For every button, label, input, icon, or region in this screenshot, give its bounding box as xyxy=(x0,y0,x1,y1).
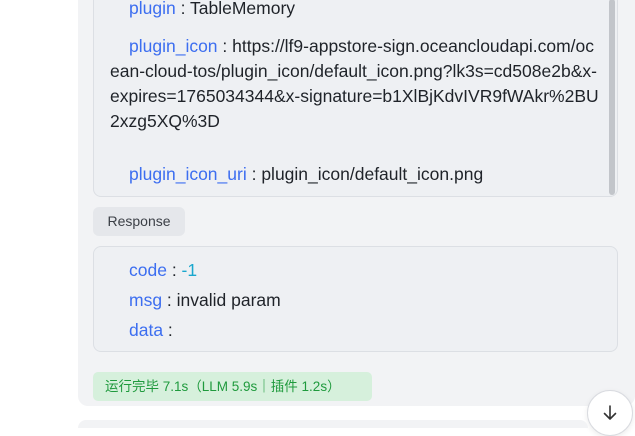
field-value: invalid param xyxy=(176,290,281,310)
request-params-box: plugin : TableMemory plugin_icon : https… xyxy=(93,0,618,197)
response-box: code : -1 msg : invalid param data : xyxy=(93,246,618,352)
field-value: TableMemory xyxy=(190,0,296,18)
response-tag: Response xyxy=(93,207,185,236)
field-plugin-icon-uri: plugin_icon_uri : plugin_icon/default_ic… xyxy=(110,162,599,187)
field-separator: : xyxy=(217,36,233,56)
field-data: data : xyxy=(110,318,599,343)
field-key: msg xyxy=(129,290,163,310)
field-key: data xyxy=(129,320,164,340)
field-value: -1 xyxy=(181,260,198,280)
field-plugin-icon: plugin_icon : https://lf9-appstore-sign.… xyxy=(110,34,599,134)
field-code: code : -1 xyxy=(110,258,599,283)
request-scrollbar[interactable] xyxy=(609,0,615,195)
field-plugin: plugin : TableMemory xyxy=(110,0,599,21)
field-key: code xyxy=(129,260,167,280)
field-separator: : xyxy=(175,0,190,18)
field-value: plugin_icon/default_icon.png xyxy=(261,164,484,184)
arrow-down-icon xyxy=(603,405,617,420)
field-separator: : xyxy=(166,260,182,280)
field-msg: msg : invalid param xyxy=(110,288,599,313)
field-key: plugin_icon xyxy=(129,36,218,56)
field-separator: : xyxy=(162,290,177,310)
field-key: plugin_icon_uri xyxy=(129,164,247,184)
field-separator: : xyxy=(246,164,262,184)
scroll-to-bottom-button[interactable] xyxy=(587,390,633,436)
run-status-badge: 运行完毕 7.1s（LLM 5.9s｜插件 1.2s） xyxy=(93,372,372,401)
field-key: plugin xyxy=(129,0,176,18)
next-message-strip xyxy=(78,420,588,428)
field-separator: : xyxy=(163,320,173,340)
